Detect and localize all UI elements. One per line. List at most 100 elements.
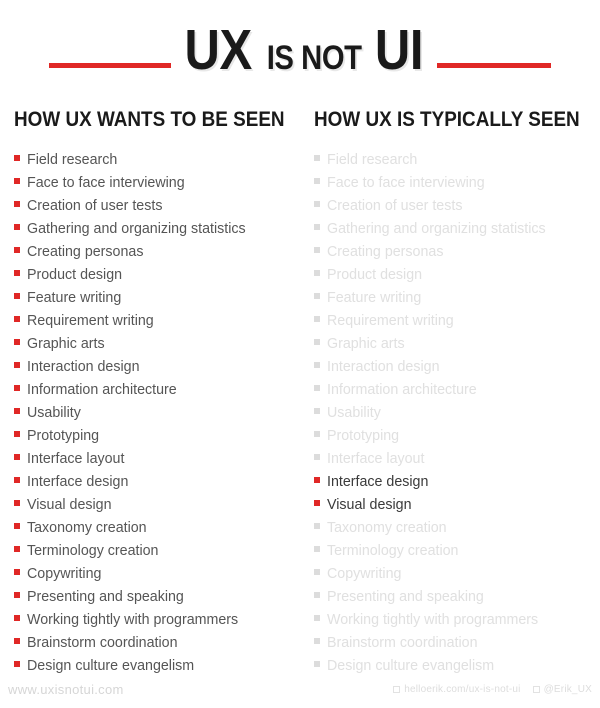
square-bullet-icon (314, 661, 320, 667)
list-item: Field research (314, 148, 600, 171)
list-item: Creating personas (314, 240, 600, 263)
square-bullet-icon (14, 638, 20, 644)
square-bullet-icon (314, 615, 320, 621)
footer-site-url[interactable]: www.uxisnotui.com (8, 682, 124, 697)
list-item-label: Usability (27, 404, 81, 421)
list-item: Copywriting (14, 562, 300, 585)
square-bullet-icon (14, 155, 20, 161)
list-item: Gathering and organizing statistics (14, 217, 300, 240)
square-bullet-icon (14, 408, 20, 414)
footer-link[interactable]: @Erik_UX (532, 683, 592, 695)
list-item-label: Interaction design (327, 358, 440, 375)
list-item-label: Face to face interviewing (27, 174, 185, 191)
footer-links: helloerik.com/ux-is-not-ui @Erik_UX (393, 684, 592, 695)
footer-link-label: helloerik.com/ux-is-not-ui (404, 683, 521, 695)
square-bullet-icon (314, 523, 320, 529)
list-item: Visual design (314, 493, 600, 516)
square-bullet-icon (314, 546, 320, 552)
square-bullet-icon (14, 362, 20, 368)
square-bullet-icon (14, 661, 20, 667)
list-item-label: Usability (327, 404, 381, 421)
square-bullet-icon (14, 569, 20, 575)
square-bullet-icon (314, 569, 320, 575)
list-ux-typical: Field research Face to face interviewing C… (314, 148, 600, 677)
square-bullet-icon (14, 500, 20, 506)
square-bullet-icon (14, 431, 20, 437)
square-bullet-icon (14, 293, 20, 299)
list-item-label: Requirement writing (327, 312, 454, 329)
list-item-label: Interface design (327, 473, 429, 490)
title-rule-left (48, 62, 171, 68)
list-item-label: Feature writing (27, 289, 122, 306)
list-item: Visual design (14, 493, 300, 516)
list-item: Taxonomy creation (14, 516, 300, 539)
page-title-bar: UX IS NOT UI (0, 18, 600, 82)
comparison-columns: HOW UX WANTS TO BE SEEN Field research Fa… (0, 108, 600, 677)
list-item: Working tightly with programmers (314, 608, 600, 631)
list-item-label: Requirement writing (27, 312, 154, 329)
square-bullet-icon (314, 316, 320, 322)
list-item-label: Creation of user tests (327, 197, 463, 214)
list-item-label: Creating personas (327, 243, 444, 260)
title-rule-right (437, 62, 552, 68)
square-bullet-icon (314, 477, 320, 483)
list-item-label: Field research (27, 151, 118, 168)
square-bullet-icon (14, 316, 20, 322)
list-item: Gathering and organizing statistics (314, 217, 600, 240)
title-part-ui: UI (375, 17, 424, 82)
list-item: Copywriting (314, 562, 600, 585)
list-item: Interface design (314, 470, 600, 493)
list-item-label: Graphic arts (27, 335, 105, 352)
square-bullet-icon (14, 615, 20, 621)
list-item: Feature writing (14, 286, 300, 309)
list-item-label: Creating personas (27, 243, 144, 260)
list-item-label: Product design (27, 266, 123, 283)
list-item-label: Interaction design (27, 358, 140, 375)
column-heading-ux-wants: HOW UX WANTS TO BE SEEN (14, 108, 285, 131)
list-item: Face to face interviewing (314, 171, 600, 194)
page-title: UX IS NOT UI (179, 17, 428, 82)
square-bullet-icon (314, 270, 320, 276)
square-bullet-icon (14, 592, 20, 598)
square-bullet-icon (14, 523, 20, 529)
footer-link-label: @Erik_UX (543, 683, 592, 695)
list-item-label: Presenting and speaking (327, 588, 484, 605)
list-item-label: Taxonomy creation (27, 519, 147, 536)
square-bullet-icon (314, 224, 320, 230)
list-item: Design culture evangelism (14, 654, 300, 677)
list-item-label: Interface design (27, 473, 129, 490)
list-item-label: Terminology creation (27, 542, 159, 559)
list-item: Design culture evangelism (314, 654, 600, 677)
list-item: Creation of user tests (14, 194, 300, 217)
twitter-icon (532, 685, 540, 693)
list-item-label: Design culture evangelism (327, 657, 495, 674)
footer-link[interactable]: helloerik.com/ux-is-not-ui (393, 684, 520, 695)
list-item: Interaction design (14, 355, 300, 378)
list-item: Working tightly with programmers (14, 608, 300, 631)
square-bullet-icon (14, 454, 20, 460)
square-bullet-icon (314, 638, 320, 644)
list-item: Requirement writing (14, 309, 300, 332)
list-item: Prototyping (314, 424, 600, 447)
page-footer: www.uxisnotui.com helloerik.com/ux-is-no… (0, 676, 600, 708)
square-bullet-icon (314, 178, 320, 184)
square-bullet-icon (314, 385, 320, 391)
list-item: Information architecture (14, 378, 300, 401)
list-item-label: Creation of user tests (27, 197, 163, 214)
title-part-ux: UX (184, 17, 252, 82)
list-item-label: Graphic arts (327, 335, 405, 352)
list-item-label: Presenting and speaking (27, 588, 184, 605)
list-item: Field research (14, 148, 300, 171)
list-item-label: Information architecture (27, 381, 177, 398)
list-item-label: Prototyping (327, 427, 400, 444)
square-bullet-icon (314, 592, 320, 598)
square-bullet-icon (314, 339, 320, 345)
list-item-label: Field research (327, 151, 418, 168)
list-item-label: Visual design (327, 496, 412, 513)
list-item: Requirement writing (314, 309, 600, 332)
list-item: Creating personas (14, 240, 300, 263)
list-item-label: Working tightly with programmers (327, 611, 539, 628)
list-item: Graphic arts (14, 332, 300, 355)
list-item: Terminology creation (14, 539, 300, 562)
title-part-isnot: IS NOT (266, 38, 362, 77)
